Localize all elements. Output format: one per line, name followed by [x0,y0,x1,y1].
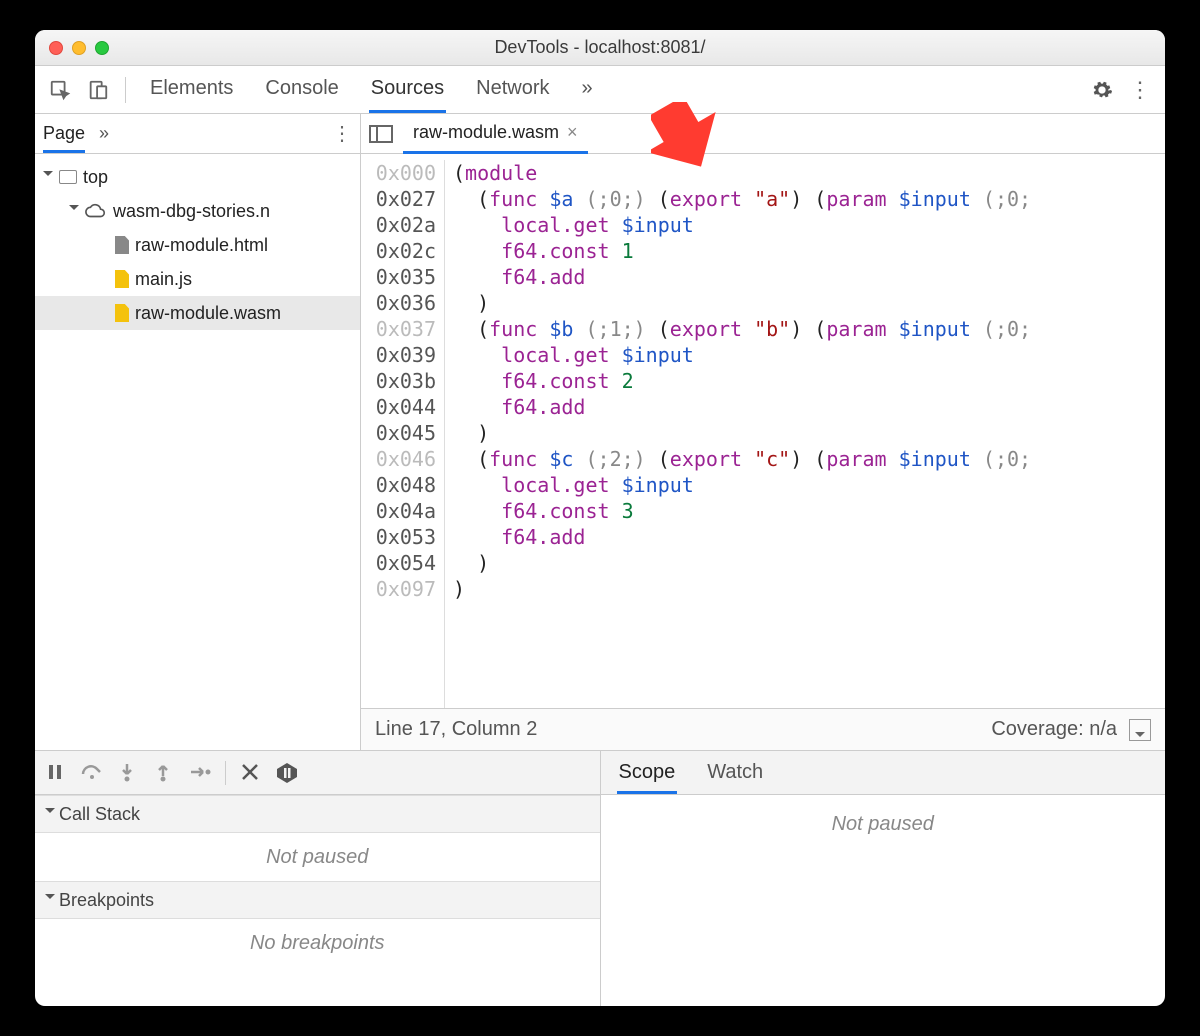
code-area[interactable]: 0x0000x0270x02a0x02c0x0350x0360x0370x039… [361,154,1165,708]
navigator-tab-page[interactable]: Page [43,114,85,153]
source-editor: raw-module.wasm × 0x0000x0270x02a0x02c0x… [361,114,1165,750]
tabs-overflow[interactable]: » [580,67,595,113]
call-stack-header[interactable]: Call Stack [35,795,600,833]
step-out-icon[interactable] [153,762,175,784]
collapse-caret-icon [45,894,55,904]
call-stack-title: Call Stack [59,804,140,825]
scope-body: Not paused [601,795,1166,1006]
navigator-tabs: Page » ⋮ [35,114,360,154]
tree-file-wasm[interactable]: raw-module.wasm [35,296,360,330]
inspect-element-icon[interactable] [45,75,75,105]
breakpoints-body: No breakpoints [35,919,600,967]
tree-root[interactable]: top [35,160,360,194]
editor-toggle-navigator-icon[interactable] [369,125,393,143]
file-label: raw-module.html [135,235,268,256]
editor-tab-active[interactable]: raw-module.wasm × [403,114,588,154]
breakpoints-title: Breakpoints [59,890,154,911]
tab-watch[interactable]: Watch [705,751,765,794]
file-tree: top wasm-dbg-stories.n raw-module.html m… [35,154,360,750]
tree-file-js[interactable]: main.js [35,262,360,296]
coverage-toggle-icon[interactable] [1129,719,1151,741]
tree-file-html[interactable]: raw-module.html [35,228,360,262]
expand-caret-icon [69,205,79,215]
navigator-tabs-overflow[interactable]: » [99,123,109,144]
tab-elements[interactable]: Elements [148,67,235,113]
step-icon[interactable] [189,762,211,784]
devtools-window: DevTools - localhost:8081/ Elements Cons… [35,30,1165,1006]
titlebar: DevTools - localhost:8081/ [35,30,1165,66]
sources-panel: Page » ⋮ top wasm-dbg-stories.n [35,114,1165,750]
cloud-icon [85,203,107,219]
debugger-sidebar: Call Stack Not paused Breakpoints No bre… [35,751,601,1006]
main-toolbar: Elements Console Sources Network » ⋮ [35,66,1165,114]
debugger-controls [35,751,600,795]
step-into-icon[interactable] [117,762,139,784]
debugger-pane: Call Stack Not paused Breakpoints No bre… [35,750,1165,1006]
window-title: DevTools - localhost:8081/ [35,37,1165,58]
step-over-icon[interactable] [81,762,103,784]
tab-sources[interactable]: Sources [369,67,446,113]
tree-domain[interactable]: wasm-dbg-stories.n [35,194,360,228]
collapse-caret-icon [45,808,55,818]
editor-status-bar: Line 17, Column 2 Coverage: n/a [361,708,1165,750]
breakpoints-header[interactable]: Breakpoints [35,881,600,919]
file-label: raw-module.wasm [135,303,281,324]
code-content[interactable]: (module (func $a (;0;) (export "a") (par… [445,160,1031,708]
expand-caret-icon [43,171,53,181]
file-icon [115,304,129,322]
file-icon [115,236,129,254]
device-toolbar-icon[interactable] [83,75,113,105]
call-stack-body: Not paused [35,833,600,881]
panel-tabs: Elements Console Sources Network » [148,67,595,113]
scope-pane: Scope Watch Not paused [601,751,1166,1006]
pause-icon[interactable] [45,762,67,784]
cursor-position: Line 17, Column 2 [375,718,537,741]
navigator-more-icon[interactable]: ⋮ [332,121,352,146]
deactivate-breakpoints-icon[interactable] [240,762,262,784]
more-menu-icon[interactable]: ⋮ [1125,75,1155,105]
navigator-sidebar: Page » ⋮ top wasm-dbg-stories.n [35,114,361,750]
tree-domain-label: wasm-dbg-stories.n [113,201,270,222]
pause-exceptions-icon[interactable] [276,762,298,784]
line-gutter[interactable]: 0x0000x0270x02a0x02c0x0350x0360x0370x039… [361,160,445,708]
tab-console[interactable]: Console [263,67,340,113]
file-label: main.js [135,269,192,290]
file-icon [115,270,129,288]
tab-scope[interactable]: Scope [617,752,678,794]
close-tab-icon[interactable]: × [567,122,578,143]
coverage-label: Coverage: n/a [991,718,1117,741]
divider [125,77,126,103]
editor-tab-label: raw-module.wasm [413,122,559,143]
settings-gear-icon[interactable] [1087,75,1117,105]
scope-tabs: Scope Watch [601,751,1166,795]
frame-icon [59,170,77,184]
editor-tabstrip: raw-module.wasm × [361,114,1165,154]
annotation-arrow-icon [651,102,721,172]
tree-root-label: top [83,167,108,188]
tab-network[interactable]: Network [474,67,551,113]
